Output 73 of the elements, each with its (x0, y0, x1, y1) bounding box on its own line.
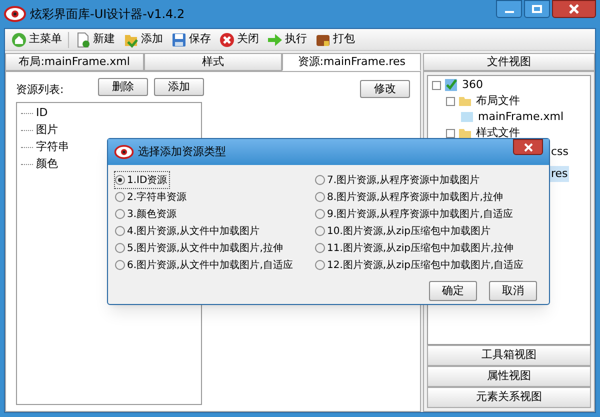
toolbar-button[interactable]: 新建 (73, 30, 117, 50)
close-icon (569, 4, 579, 14)
radio-option[interactable]: 7.图片资源,从程序资源中加载图片 (315, 172, 482, 188)
radio-option[interactable]: 2.字符串资源 (115, 189, 189, 205)
collapse-toggle[interactable] (446, 128, 455, 138)
checked-box-icon (444, 78, 458, 92)
resource-list-label: 资源列表: (16, 82, 65, 98)
close-button[interactable] (552, 0, 596, 18)
toolbar-button[interactable]: 执行 (265, 30, 309, 50)
eye-logo-icon (4, 6, 26, 22)
radio-button[interactable] (115, 260, 125, 270)
tree-item[interactable]: 布局文件 (475, 92, 521, 110)
new-file-icon (75, 32, 91, 48)
tree-item[interactable]: mainFrame.xml (477, 108, 565, 126)
radio-button[interactable] (315, 192, 325, 202)
radio-option[interactable]: 4.图片资源,从文件中加载图片 (115, 223, 262, 239)
radio-option[interactable]: 10.图片资源,从zip压缩包中加载图片 (315, 223, 492, 239)
dialog-title: 选择添加资源类型 (138, 144, 226, 160)
arrow-right-icon (267, 32, 283, 48)
list-item[interactable]: 颜色 (36, 156, 58, 172)
ok-button[interactable]: 确定 (429, 281, 477, 301)
tree-item[interactable]: 样式文件 (475, 124, 521, 142)
list-item[interactable]: 字符串 (36, 138, 69, 156)
add-button[interactable]: 添加 (154, 78, 204, 96)
edit-button[interactable]: 修改 (360, 80, 410, 98)
tab[interactable]: 样式 (144, 53, 282, 71)
maximize-button[interactable] (524, 0, 550, 18)
eye-logo-icon (114, 145, 134, 159)
radio-option[interactable]: 12.图片资源,从zip压缩包中加载图片,自适应 (315, 257, 526, 273)
minimize-button[interactable] (496, 0, 522, 18)
list-item[interactable]: 图片 (36, 122, 58, 138)
cancel-button[interactable]: 取消 (489, 281, 537, 301)
radio-option[interactable]: 9.图片资源,从程序资源中加载图片,自适应 (315, 206, 515, 222)
radio-button[interactable] (115, 209, 125, 219)
radio-option[interactable]: 8.图片资源,从程序资源中加载图片,拉伸 (315, 189, 505, 205)
radio-button[interactable] (315, 175, 325, 185)
tree-item[interactable]: res (550, 166, 569, 182)
radio-button[interactable] (115, 226, 125, 236)
home-icon (11, 32, 27, 48)
folder-icon (458, 94, 472, 108)
toolbar-button[interactable]: 关闭 (217, 30, 261, 50)
panel-tab[interactable]: 元素关系视图 (427, 387, 591, 408)
save-icon (171, 32, 187, 48)
tab[interactable]: 布局:mainFrame.xml (5, 53, 144, 71)
radio-button[interactable] (115, 243, 125, 253)
tab[interactable]: 资源:mainFrame.res (282, 53, 422, 71)
radio-button[interactable] (115, 175, 125, 185)
radio-option[interactable]: 11.图片资源,从zip压缩包中加载图片,拉伸 (315, 240, 516, 256)
toolbar-button[interactable]: 添加 (121, 30, 165, 50)
radio-button[interactable] (315, 260, 325, 270)
delete-button[interactable]: 删除 (98, 78, 148, 96)
radio-option[interactable]: 5.图片资源,从文件中加载图片,拉伸 (115, 240, 285, 256)
tree-item[interactable]: css (550, 144, 570, 160)
radio-option[interactable]: 1.ID资源 (115, 172, 170, 188)
close-icon (219, 32, 235, 48)
toolbar-button[interactable]: 主菜单 (9, 30, 64, 50)
radio-button[interactable] (315, 243, 325, 253)
toolbar-button[interactable]: 打包 (313, 30, 357, 50)
xml-file-icon (460, 110, 474, 124)
radio-button[interactable] (315, 226, 325, 236)
panel-tab[interactable]: 工具箱视图 (427, 345, 591, 366)
close-icon (524, 142, 532, 152)
radio-option[interactable]: 3.颜色资源 (115, 206, 179, 222)
radio-button[interactable] (115, 192, 125, 202)
radio-button[interactable] (315, 209, 325, 219)
radio-option[interactable]: 6.图片资源,从文件中加载图片,自适应 (115, 257, 295, 273)
file-view-tab[interactable]: 文件视图 (423, 53, 595, 71)
window-title: 炫彩界面库-UI设计器-v1.4.2 (30, 6, 185, 23)
panel-tab[interactable]: 属性视图 (427, 366, 591, 387)
toolbar-button[interactable]: 保存 (169, 30, 213, 50)
close-button[interactable] (513, 139, 543, 155)
tree-item[interactable]: 360 (461, 76, 484, 94)
list-item[interactable]: ID (36, 104, 48, 122)
